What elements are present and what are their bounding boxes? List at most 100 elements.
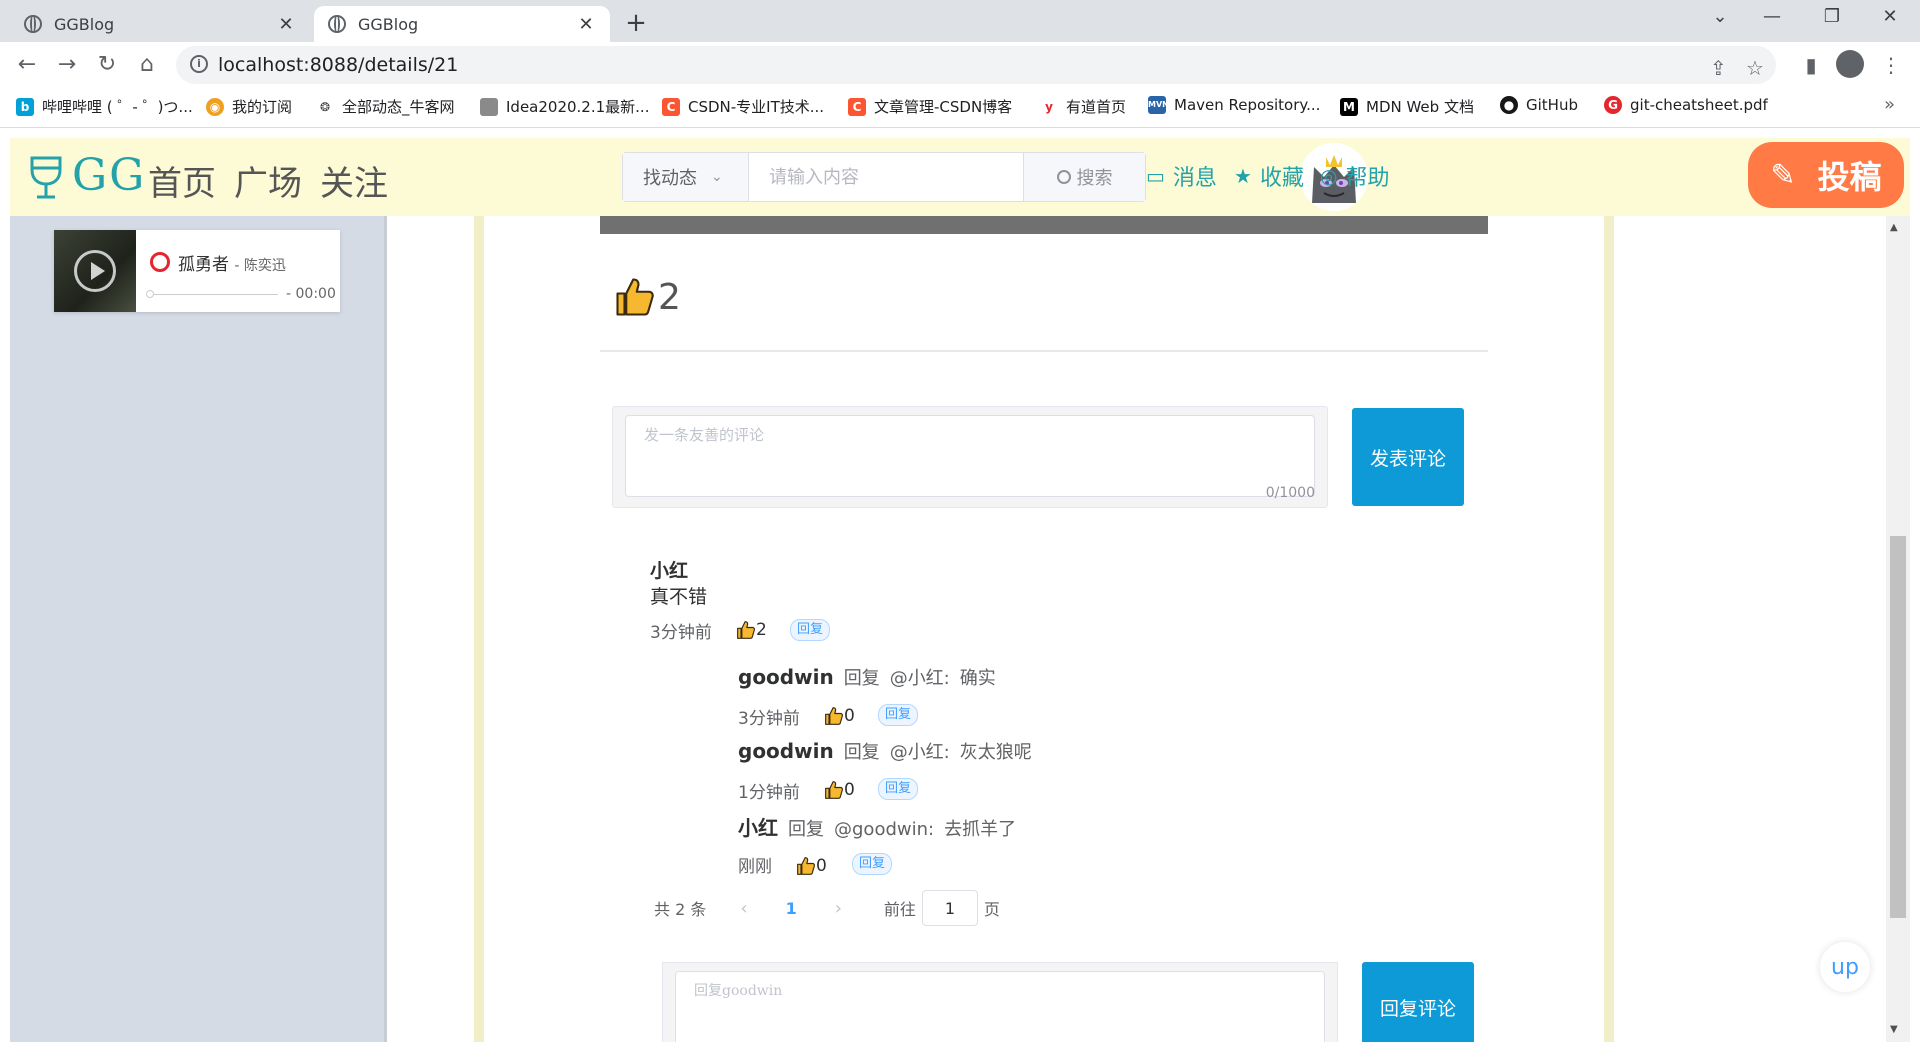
reply-tag[interactable]: 回复 <box>878 778 919 800</box>
reply-tag[interactable]: 回复 <box>878 704 919 726</box>
scrollbar-thumb[interactable] <box>1890 536 1906 918</box>
wine-glass-logo-icon[interactable] <box>26 154 66 200</box>
back-to-top-button[interactable]: up <box>1820 942 1870 992</box>
share-icon[interactable]: ⇪ <box>1710 56 1727 80</box>
new-tab-button[interactable]: + <box>622 8 650 38</box>
post-button[interactable]: ✎ 投稿 <box>1748 142 1904 208</box>
favorites-link[interactable]: ★ 收藏 <box>1234 160 1304 192</box>
bookmark-item[interactable]: ❂ 全部动态_牛客网 <box>316 96 455 117</box>
site-info-icon[interactable]: i <box>190 55 208 73</box>
bookmark-star-icon[interactable]: ☆ <box>1746 56 1764 80</box>
close-window-button[interactable]: ✕ <box>1870 6 1910 27</box>
bookmark-item[interactable]: M MDN Web 文档 <box>1340 96 1474 117</box>
nav-square[interactable]: 广场 <box>234 156 302 205</box>
close-tab-icon[interactable]: ✕ <box>276 14 296 35</box>
tab-search-icon[interactable]: ⌄ <box>1700 6 1740 27</box>
article-like[interactable]: 2 <box>614 276 681 318</box>
bookmark-item[interactable]: C CSDN-专业IT技术... <box>662 96 824 117</box>
section-divider <box>600 350 1488 352</box>
reply-tag[interactable]: 回复 <box>790 619 831 641</box>
progress-handle[interactable] <box>146 290 154 298</box>
bookmark-item[interactable]: b 哔哩哔哩 ( ゜- ゜)つ... <box>16 96 193 117</box>
comment-input[interactable] <box>625 415 1315 497</box>
reply-verb: 回复 <box>788 819 824 840</box>
more-bookmarks-icon[interactable]: » <box>1884 94 1895 115</box>
comment-author[interactable]: 小红 <box>650 556 688 583</box>
youdao-icon: y <box>1040 97 1058 116</box>
csdn-icon: C <box>662 97 680 116</box>
profile-avatar-icon[interactable] <box>1836 50 1864 78</box>
reply-comment-button[interactable]: 回复评论 <box>1362 962 1474 1042</box>
search-button[interactable]: 搜索 <box>1023 153 1145 201</box>
mdn-icon: M <box>1340 97 1358 116</box>
bookmark-item[interactable]: ● GitHub <box>1500 96 1578 114</box>
bookmark-item[interactable]: ◉ 我的订阅 <box>206 96 292 117</box>
browser-tab[interactable]: GGBlog ✕ <box>10 6 310 42</box>
omnibox[interactable]: i localhost:8088/details/21 ⇪ ☆ <box>176 46 1776 84</box>
chevron-left-icon[interactable]: ‹ <box>740 898 747 919</box>
side-panel-icon[interactable]: ▮ <box>1796 50 1826 80</box>
messages-link[interactable]: ▭ 消息 <box>1146 160 1217 192</box>
reply-verb: 回复 <box>843 742 880 763</box>
thumbs-up-icon <box>616 278 654 316</box>
reply-time: 刚刚 <box>738 857 772 877</box>
pagination-page[interactable]: 1 <box>786 899 797 918</box>
home-icon[interactable]: ⌂ <box>132 50 162 80</box>
menu-icon[interactable]: ⋮ <box>1876 50 1906 80</box>
reply-target[interactable]: @小红: <box>890 738 950 764</box>
reply-like[interactable]: 0 <box>824 780 855 800</box>
reply-author[interactable]: 小红 <box>738 812 778 841</box>
bilibili-icon: b <box>16 97 34 116</box>
url-text[interactable]: localhost:8088/details/21 <box>218 54 458 76</box>
forward-icon[interactable]: → <box>52 50 82 80</box>
reply-input[interactable] <box>675 971 1325 1042</box>
bookmark-item[interactable]: y 有道首页 <box>1040 96 1126 117</box>
reply-like[interactable]: 0 <box>796 856 827 876</box>
post-comment-button[interactable]: 发表评论 <box>1352 408 1464 506</box>
comment-text: 真不错 <box>650 586 708 608</box>
reply-like-count: 0 <box>816 856 827 876</box>
reply-author[interactable]: goodwin <box>738 665 834 689</box>
restore-button[interactable]: ❐ <box>1812 6 1852 27</box>
page-edge <box>1910 128 1920 1042</box>
logo-text[interactable]: GG <box>72 150 146 201</box>
thumbs-up-icon <box>825 707 844 725</box>
bookmark-item[interactable]: G git-cheatsheet.pdf <box>1604 96 1768 114</box>
globe-icon <box>24 15 42 33</box>
search-icon <box>1056 170 1071 184</box>
search-type-label: 找动态 <box>643 168 697 189</box>
back-icon[interactable]: ← <box>12 50 42 80</box>
bookmark-item[interactable]: MVN Maven Repository... <box>1148 96 1320 114</box>
bookmark-item[interactable]: Idea2020.2.1最新... <box>480 96 649 117</box>
song-time: - 00:00 <box>286 286 336 302</box>
nav-home[interactable]: 首页 <box>148 156 216 205</box>
scroll-up-arrow-icon[interactable]: ▲ <box>1890 222 1898 233</box>
play-icon[interactable] <box>74 250 116 292</box>
scroll-down-arrow-icon[interactable]: ▼ <box>1890 1024 1898 1035</box>
bookmark-label: Maven Repository... <box>1174 96 1321 114</box>
bookmark-item[interactable]: C 文章管理-CSDN博客 <box>848 96 1012 117</box>
reply-text: 确实 <box>959 668 996 689</box>
browser-tab-active[interactable]: GGBlog ✕ <box>314 6 610 42</box>
search-type-select[interactable]: 找动态 ⌄ <box>623 153 749 201</box>
search-input[interactable] <box>749 153 1023 201</box>
close-tab-icon[interactable]: ✕ <box>576 14 596 35</box>
comment-like[interactable]: 2 <box>736 620 767 640</box>
bookmark-label: 文章管理-CSDN博客 <box>874 98 1013 116</box>
nav-follow[interactable]: 关注 <box>320 156 388 205</box>
reply-tag[interactable]: 回复 <box>852 853 893 875</box>
help-label: 帮助 <box>1345 166 1390 191</box>
pagination-goto-input[interactable] <box>921 890 978 926</box>
reload-icon[interactable]: ↻ <box>92 50 122 80</box>
reply-target[interactable]: @goodwin: <box>834 819 934 840</box>
minimize-button[interactable]: — <box>1752 6 1792 27</box>
pagination-goto-label: 前往 <box>883 900 916 919</box>
reply-like[interactable]: 0 <box>824 706 855 726</box>
reply-author[interactable]: goodwin <box>738 739 834 763</box>
help-link[interactable]: ◎ 帮助 <box>1320 160 1389 192</box>
chevron-right-icon[interactable]: › <box>835 898 842 919</box>
pagination-total: 共 2 条 <box>654 900 707 919</box>
progress-track[interactable] <box>148 294 278 295</box>
reply-target[interactable]: @小红: <box>890 664 950 690</box>
reply-time: 1分钟前 <box>738 783 800 803</box>
